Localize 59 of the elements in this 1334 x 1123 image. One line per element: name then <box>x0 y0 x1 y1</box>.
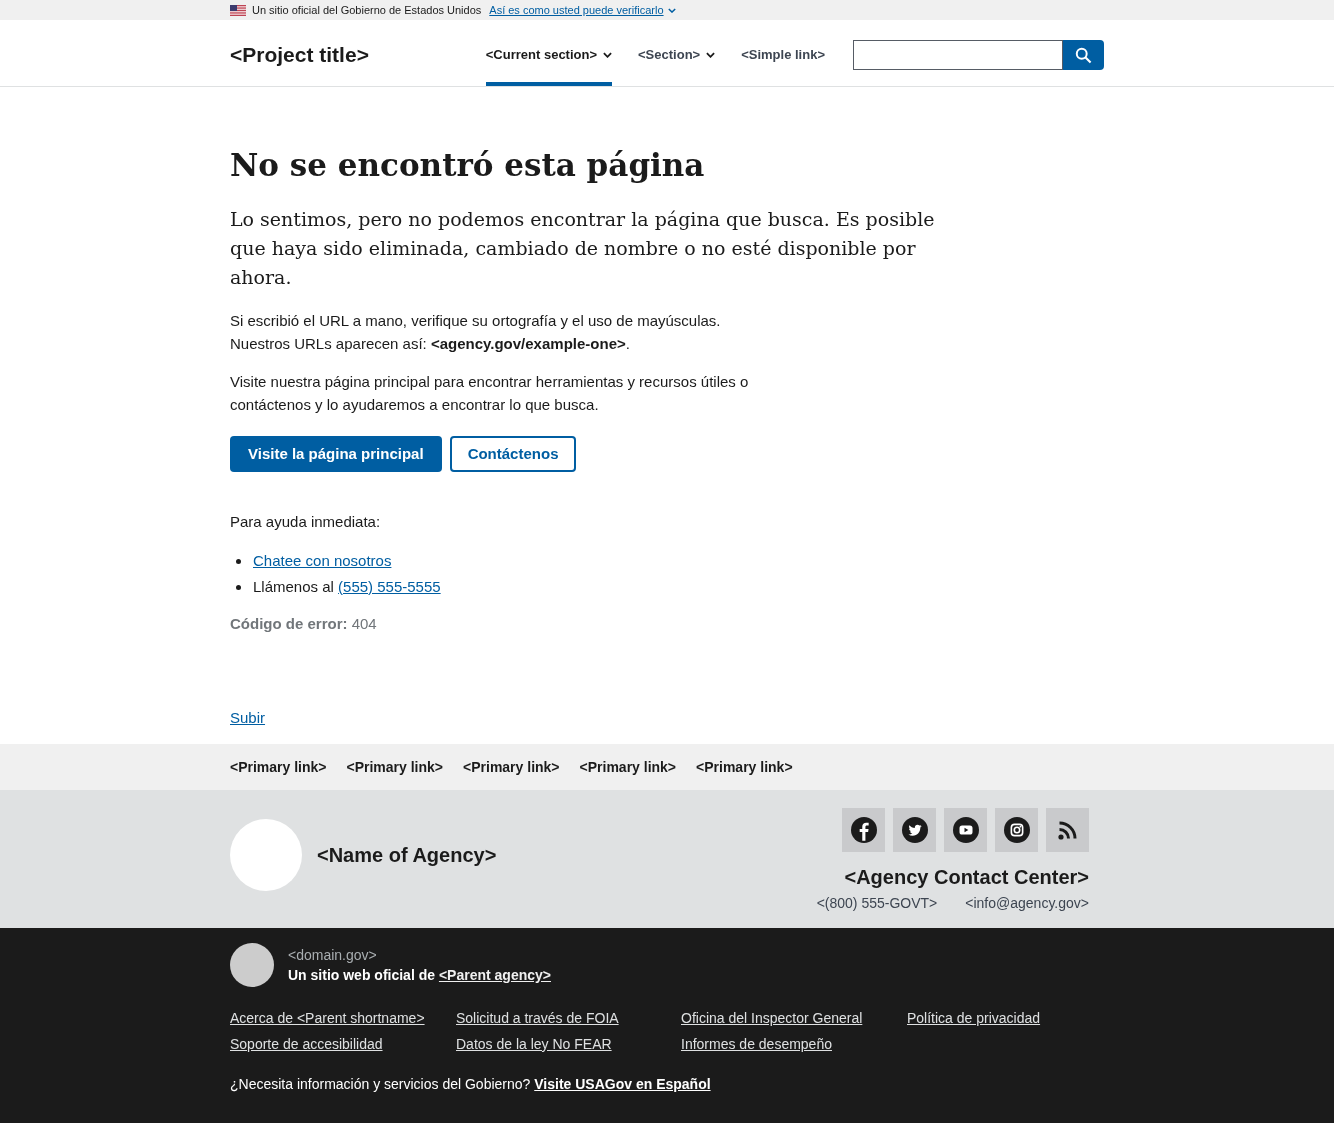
return-to-top-link[interactable]: Subir <box>230 706 266 730</box>
nav-item[interactable]: <Simple link> <box>741 20 825 86</box>
domain-text: <domain.gov> <box>288 946 378 965</box>
footer-primary-link[interactable]: <Primary link> <box>346 756 444 778</box>
usagov-link[interactable]: Visite USAGov en Español <box>534 1076 711 1092</box>
bullet-icon <box>236 584 241 590</box>
body-text: Visite nuestra página principal para encontrar herramientas y recursos útiles o contáctenos y lo ayudaremos a encontrar lo que busca. <box>230 372 750 415</box>
footer-link[interactable]: Soporte de accesibilidad <box>230 1033 383 1055</box>
search-button[interactable] <box>1063 40 1104 70</box>
social-link[interactable] <box>893 808 936 852</box>
help-text: Llámenos al (555) 555-5555 <box>253 576 441 597</box>
parent-agency-logo <box>230 943 274 987</box>
project-title[interactable]: <Project title> <box>230 35 369 71</box>
facebook-icon <box>850 817 877 843</box>
official-site-text: Un sitio web oficial de <Parent agency> <box>288 966 551 985</box>
footer-link[interactable]: Oficina del Inspector General <box>681 1007 863 1029</box>
error-code-text: Código de error: 404 <box>230 614 378 634</box>
social-link[interactable] <box>842 808 885 852</box>
social-link[interactable] <box>1046 808 1089 852</box>
phone-link[interactable]: (555) 555-5555 <box>338 577 441 595</box>
footer-link[interactable]: Política de privacidad <box>907 1007 1041 1029</box>
action-button[interactable]: Contáctenos <box>449 436 577 472</box>
camera-icon <box>1003 817 1030 843</box>
footer-primary-link[interactable]: <Primary link> <box>463 756 560 778</box>
footer-primary-link[interactable]: <Primary link> <box>579 756 677 778</box>
nav-item[interactable]: <Current section> <box>485 20 613 86</box>
play-button-icon <box>952 817 979 843</box>
page-heading: No se encontró esta página <box>230 146 706 185</box>
caret-down-icon <box>603 52 613 58</box>
nav-item[interactable]: <Section> <box>638 20 716 86</box>
contact-email[interactable]: <info@agency.gov> <box>965 893 1089 914</box>
banner-text: Un sitio oficial del Gobierno de Estados Unidos <box>252 2 482 18</box>
flag-icon <box>230 4 246 16</box>
body-text: Si escribió el URL a mano, verifique su ortografía y el uso de mayúsculas. Nuestros URLs aparecen así: <agency.gov/example-one>. <box>230 311 722 354</box>
parent-agency-link[interactable]: <Parent agency> <box>438 967 551 983</box>
usagov-text: ¿Necesita información y servicios del Gobierno? Visite USAGov en Español <box>230 1075 712 1094</box>
footer-link[interactable]: Solicitud a través de FOIA <box>456 1007 619 1029</box>
caret-down-icon <box>667 7 676 13</box>
footer-link[interactable]: Acerca de <Parent shortname> <box>230 1007 425 1029</box>
footer-primary-link[interactable]: <Primary link> <box>230 756 327 778</box>
contact-phone[interactable]: <(800) 555-GOVT> <box>816 893 938 914</box>
intro-text: Lo sentimos, pero no podemos encontrar la página que busca. Es posible que haya sido eliminada, cambiado de nombre o no esté disponible por ahora. <box>230 207 936 290</box>
help-label: Para ayuda inmediata: <box>230 512 382 532</box>
search-icon <box>1075 46 1092 64</box>
banner-link[interactable]: Así es como usted puede verificarlo <box>489 1 676 19</box>
footer-primary-link[interactable]: <Primary link> <box>696 756 793 778</box>
footer-link[interactable]: Datos de la ley No FEAR <box>456 1033 612 1055</box>
chat-link[interactable]: Chatee con nosotros <box>253 549 392 573</box>
social-link[interactable] <box>995 808 1038 852</box>
action-button[interactable]: Visite la página principal <box>230 436 442 472</box>
agency-name: <Name of Agency> <box>317 843 497 868</box>
bird-icon <box>901 817 928 843</box>
contact-center-title: <Agency Contact Center> <box>844 865 1089 890</box>
footer-link[interactable]: Informes de desempeño <box>681 1033 832 1055</box>
rss-icon <box>1057 820 1078 840</box>
caret-down-icon <box>706 52 716 58</box>
bullet-icon <box>236 558 241 564</box>
social-link[interactable] <box>944 808 987 852</box>
search-field[interactable] <box>853 40 1063 70</box>
